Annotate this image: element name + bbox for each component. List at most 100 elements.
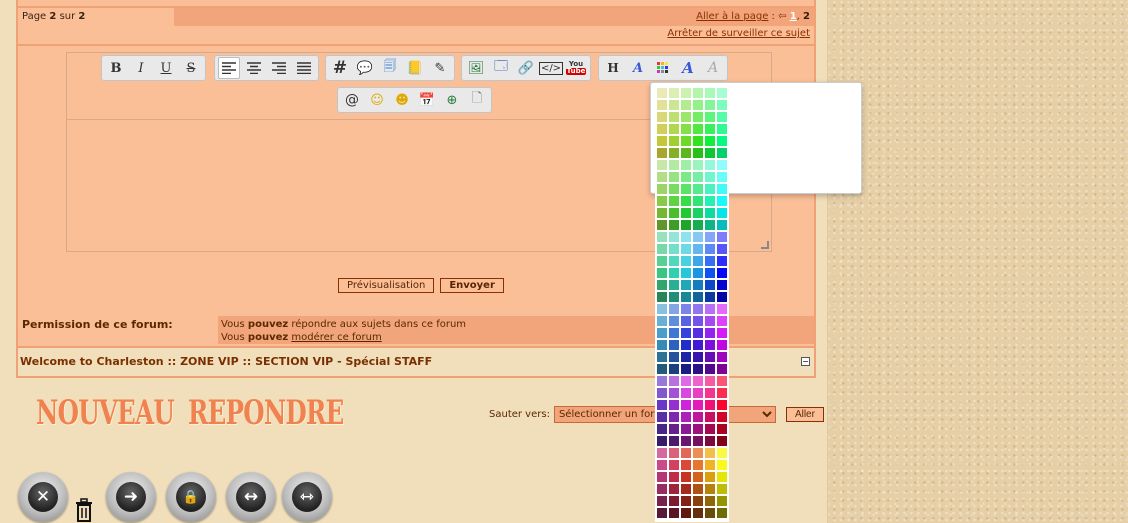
color-swatch[interactable] [693,472,703,482]
color-swatch[interactable] [717,400,727,410]
heading-button[interactable]: H [602,57,624,79]
color-swatch[interactable] [669,172,679,182]
color-swatch[interactable] [669,292,679,302]
color-swatch[interactable] [705,304,715,314]
color-swatch[interactable] [693,88,703,98]
color-swatch[interactable] [705,448,715,458]
color-swatch[interactable] [705,400,715,410]
more-button[interactable]: ⊕ [441,89,463,111]
color-swatch[interactable] [681,352,691,362]
color-swatch[interactable] [681,160,691,170]
color-swatch[interactable] [705,340,715,350]
color-swatch[interactable] [681,220,691,230]
color-swatch[interactable] [657,220,667,230]
color-swatch[interactable] [705,364,715,374]
color-swatch[interactable] [681,496,691,506]
jump-go-button[interactable]: Aller [785,407,824,422]
color-swatch[interactable] [681,484,691,494]
color-swatch[interactable] [657,268,667,278]
color-swatch[interactable] [681,460,691,470]
color-swatch[interactable] [717,148,727,158]
color-swatch[interactable] [681,340,691,350]
color-swatch[interactable] [705,208,715,218]
color-swatch[interactable] [657,292,667,302]
color-swatch[interactable] [717,292,727,302]
trash-icon[interactable] [74,498,94,522]
date-button[interactable]: 📅 [416,89,438,111]
color-swatch[interactable] [693,436,703,446]
color-swatch[interactable] [681,100,691,110]
color-swatch[interactable] [705,256,715,266]
color-swatch[interactable] [681,316,691,326]
color-swatch[interactable] [705,220,715,230]
color-swatch[interactable] [705,508,715,518]
align-left-button[interactable] [218,57,240,79]
color-swatch[interactable] [657,172,667,182]
color-swatch[interactable] [657,400,667,410]
strike-button[interactable]: S [180,57,202,79]
color-swatch[interactable] [669,400,679,410]
color-swatch[interactable] [717,88,727,98]
color-swatch[interactable] [693,100,703,110]
spoiler-button[interactable]: 📒 [404,57,426,79]
color-swatch[interactable] [669,424,679,434]
smiley-button[interactable]: ☺ [366,89,388,111]
bold-button[interactable]: B [105,57,127,79]
color-swatch[interactable] [669,496,679,506]
color-swatch[interactable] [669,472,679,482]
font-face-button[interactable]: A [677,57,699,79]
color-swatch[interactable] [705,136,715,146]
document-button[interactable]: 🗋 [466,89,488,111]
color-swatch[interactable] [693,460,703,470]
color-swatch[interactable] [669,100,679,110]
color-swatch[interactable] [669,196,679,206]
code-button[interactable]: 🗐 [379,57,401,79]
color-swatch[interactable] [705,496,715,506]
color-swatch[interactable] [681,436,691,446]
color-swatch[interactable] [693,412,703,422]
color-swatch[interactable] [705,388,715,398]
color-swatch[interactable] [657,508,667,518]
color-swatch[interactable] [657,88,667,98]
color-swatch[interactable] [681,328,691,338]
color-swatch[interactable] [657,388,667,398]
color-swatch[interactable] [717,436,727,446]
stop-watching-link[interactable]: Arrêter de surveiller ce sujet [667,28,810,39]
color-button[interactable] [652,57,674,79]
color-swatch[interactable] [693,268,703,278]
color-swatch[interactable] [693,388,703,398]
color-swatch[interactable] [657,316,667,326]
align-center-button[interactable] [243,57,265,79]
color-swatch[interactable] [669,328,679,338]
color-swatch[interactable] [717,484,727,494]
color-swatch[interactable] [693,196,703,206]
color-swatch[interactable] [669,388,679,398]
color-swatch[interactable] [669,316,679,326]
color-swatch[interactable] [681,448,691,458]
color-swatch[interactable] [669,124,679,134]
color-swatch[interactable] [693,292,703,302]
color-swatch[interactable] [669,436,679,446]
color-swatch[interactable] [669,304,679,314]
underline-button[interactable]: U [155,57,177,79]
color-swatch[interactable] [657,448,667,458]
color-swatch[interactable] [681,400,691,410]
color-swatch[interactable] [705,160,715,170]
color-swatch[interactable] [669,256,679,266]
color-swatch[interactable] [681,112,691,122]
color-swatch[interactable] [669,364,679,374]
color-swatch[interactable] [717,460,727,470]
color-swatch[interactable] [693,232,703,242]
color-swatch[interactable] [717,376,727,386]
color-swatch[interactable] [681,88,691,98]
color-swatch[interactable] [717,232,727,242]
color-swatch[interactable] [669,376,679,386]
link-button[interactable]: 🔗 [515,57,537,79]
color-swatch[interactable] [681,268,691,278]
move-topic-button[interactable]: ➜ [106,472,156,522]
goto-page-link[interactable]: Aller à la page [696,11,768,22]
color-swatch[interactable] [681,412,691,422]
moderate-forum-link[interactable]: modérer ce forum [291,332,381,343]
align-justify-button[interactable] [293,57,315,79]
color-swatch[interactable] [717,208,727,218]
